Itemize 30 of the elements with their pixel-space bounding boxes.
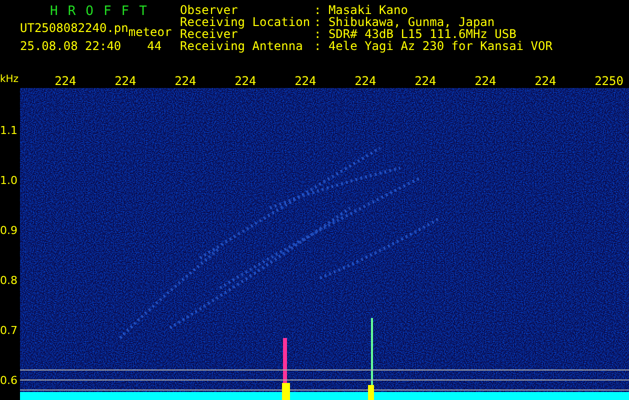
info-label: Receiver bbox=[180, 28, 238, 40]
info-value: : Masaki Kano bbox=[314, 4, 408, 16]
time-label: 224 bbox=[294, 74, 318, 88]
info-value: : SDR# 43dB L15 111.6MHz USB bbox=[314, 28, 516, 40]
detection-count: 44 bbox=[147, 39, 162, 53]
frequency-label: 1.1 bbox=[0, 124, 18, 138]
axis-unit: kHz bbox=[0, 74, 19, 87]
detection-tag: meteor bbox=[128, 25, 172, 39]
info-label: Observer bbox=[180, 4, 238, 16]
frequency-label: 1.0 bbox=[0, 174, 18, 188]
time-label: 224 bbox=[354, 74, 378, 88]
time-label: 224 bbox=[174, 74, 198, 88]
time-label: 2250 bbox=[594, 74, 624, 88]
info-value: : 4ele Yagi Az 230 for Kansai VOR bbox=[314, 40, 552, 52]
info-label: Receiving Antenna bbox=[180, 40, 304, 52]
time-label: 224 bbox=[234, 74, 258, 88]
file-name: UT2508082240.pn bbox=[20, 21, 128, 35]
time-label: 224 bbox=[114, 74, 138, 88]
time-label: 224 bbox=[534, 74, 558, 88]
info-label: Receiving Location bbox=[180, 16, 312, 28]
frequency-label: 0.6 bbox=[0, 374, 18, 388]
time-label: 224 bbox=[474, 74, 498, 88]
frequency-label: 0.7 bbox=[0, 324, 18, 338]
frequency-label: 0.9 bbox=[0, 224, 18, 238]
timestamp: 25.08.08 22:40 bbox=[20, 39, 122, 53]
app-title: HROFFT bbox=[49, 4, 158, 19]
time-label: 224 bbox=[54, 74, 78, 88]
frequency-label: 0.8 bbox=[0, 274, 18, 288]
info-value: : Shibukawa, Gunma, Japan bbox=[314, 16, 495, 28]
time-label: 224 bbox=[414, 74, 438, 88]
